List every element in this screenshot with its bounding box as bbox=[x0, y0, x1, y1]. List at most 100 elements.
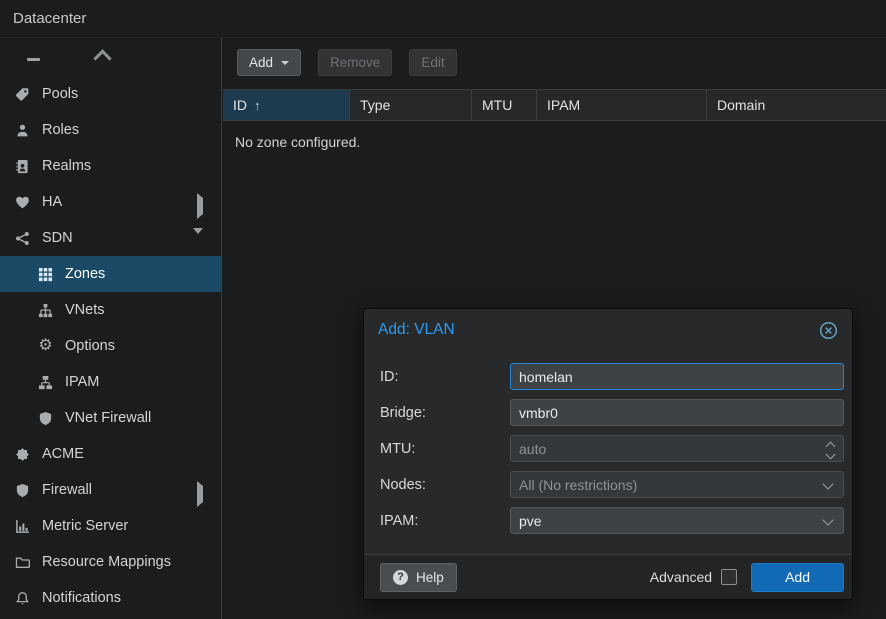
dialog-add-button[interactable]: Add bbox=[751, 563, 844, 592]
sidebar-item-vnet-firewall[interactable]: VNet Firewall bbox=[0, 400, 221, 436]
sort-ascending-icon: ↑ bbox=[254, 98, 261, 113]
chevron-right-icon[interactable] bbox=[197, 198, 203, 214]
empty-table-message: No zone configured. bbox=[223, 121, 886, 163]
shield-icon bbox=[37, 411, 54, 426]
column-header-ipam[interactable]: IPAM bbox=[537, 90, 707, 120]
sidebar-item-label: HA bbox=[42, 194, 62, 210]
heartbeat-icon bbox=[14, 195, 31, 210]
sidebar-item-label: Firewall bbox=[42, 482, 92, 498]
nodes-field-label: Nodes: bbox=[380, 471, 510, 498]
sidebar-item-resource-mappings[interactable]: Resource Mappings bbox=[0, 544, 221, 580]
sidebar-item-label: Notifications bbox=[42, 590, 121, 606]
sidebar-item-pools[interactable]: Pools bbox=[0, 76, 221, 112]
column-header-domain[interactable]: Domain bbox=[707, 90, 886, 120]
sidebar-item-sdn[interactable]: SDN bbox=[0, 220, 221, 256]
bar-chart-icon bbox=[14, 519, 31, 534]
sidebar-item-label: Options bbox=[65, 338, 115, 354]
sidebar-item-firewall[interactable]: Firewall bbox=[0, 472, 221, 508]
question-circle-icon: ? bbox=[393, 570, 408, 585]
sidebar-item-ipam[interactable]: IPAM bbox=[0, 364, 221, 400]
sidebar-item-label: Realms bbox=[42, 158, 91, 174]
add-button[interactable]: Add bbox=[237, 49, 301, 76]
mtu-spinner[interactable]: auto bbox=[510, 435, 844, 462]
sidebar-item-partial[interactable] bbox=[0, 38, 221, 76]
shield-icon bbox=[14, 483, 31, 498]
sidebar-item-label: Roles bbox=[42, 122, 79, 138]
certificate-icon bbox=[14, 447, 31, 462]
sidebar-item-options[interactable]: ⚙ Options bbox=[0, 328, 221, 364]
bridge-field-wrap bbox=[510, 399, 844, 426]
bridge-input[interactable] bbox=[510, 399, 844, 426]
address-book-icon bbox=[14, 159, 31, 174]
help-button[interactable]: ? Help bbox=[380, 563, 457, 592]
nodes-field-wrap: All (No restrictions) bbox=[510, 471, 844, 498]
sidebar-item-label: VNet Firewall bbox=[65, 410, 151, 426]
mtu-value: auto bbox=[519, 441, 546, 457]
advanced-checkbox[interactable] bbox=[721, 569, 737, 585]
column-label: MTU bbox=[482, 97, 512, 113]
gear-icon: ⚙ bbox=[37, 338, 54, 354]
dialog-form: ID: Bridge: MTU: auto Nodes: All (No res… bbox=[364, 351, 852, 554]
dialog-title: Add: VLAN bbox=[378, 321, 455, 339]
sidebar-item-realms[interactable]: Realms bbox=[0, 148, 221, 184]
nodes-select[interactable]: All (No restrictions) bbox=[510, 471, 844, 498]
ipam-select[interactable]: pve bbox=[510, 507, 844, 534]
ipam-field-label: IPAM: bbox=[380, 507, 510, 534]
sidebar-item-ha[interactable]: HA bbox=[0, 184, 221, 220]
spinner-arrows-icon[interactable] bbox=[827, 441, 834, 458]
page-title: Datacenter bbox=[13, 10, 86, 27]
grid-icon bbox=[37, 267, 54, 282]
sidebar-item-label: ACME bbox=[42, 446, 84, 462]
mtu-field-label: MTU: bbox=[380, 435, 510, 462]
id-field-label: ID: bbox=[380, 363, 510, 390]
network-wired-icon bbox=[37, 375, 54, 390]
sidebar-item-notifications[interactable]: Notifications bbox=[0, 580, 221, 616]
mtu-field-wrap: auto bbox=[510, 435, 844, 462]
id-field-wrap bbox=[510, 363, 844, 390]
sidebar-item-label: VNets bbox=[65, 302, 105, 318]
bell-icon bbox=[14, 591, 31, 606]
edit-button-label: Edit bbox=[421, 55, 444, 70]
advanced-label[interactable]: Advanced bbox=[650, 569, 712, 585]
column-header-mtu[interactable]: MTU bbox=[472, 90, 537, 120]
sidebar-item-label: SDN bbox=[42, 230, 73, 246]
chevron-down-icon bbox=[281, 61, 289, 65]
column-label: Type bbox=[360, 97, 390, 113]
sidebar-item-acme[interactable]: ACME bbox=[0, 436, 221, 472]
sidebar-item-zones[interactable]: Zones bbox=[0, 256, 221, 292]
chevron-up-icon bbox=[93, 49, 111, 67]
ipam-value: pve bbox=[519, 513, 542, 529]
chevron-right-icon[interactable] bbox=[197, 486, 203, 502]
add-vlan-dialog: Add: VLAN ID: Bridge: MTU: auto Nodes: A… bbox=[363, 308, 853, 600]
sidebar-item-label: Resource Mappings bbox=[42, 554, 171, 570]
column-header-id[interactable]: ID ↑ bbox=[223, 90, 350, 120]
sidebar-tree: Pools Roles Realms HA SDN Zones VNets ⚙ … bbox=[0, 38, 222, 619]
folder-icon bbox=[14, 555, 31, 570]
zones-toolbar: Add Remove Edit bbox=[223, 38, 886, 89]
sidebar-item-label: Pools bbox=[42, 86, 78, 102]
tags-icon bbox=[14, 87, 31, 102]
id-input[interactable] bbox=[510, 363, 844, 390]
add-button-label: Add bbox=[249, 55, 273, 70]
dialog-add-button-label: Add bbox=[785, 569, 810, 585]
edit-button[interactable]: Edit bbox=[409, 49, 456, 76]
column-label: IPAM bbox=[547, 97, 580, 113]
top-bar: Datacenter bbox=[0, 0, 886, 38]
dialog-header[interactable]: Add: VLAN bbox=[364, 309, 852, 351]
sitemap-icon bbox=[37, 303, 54, 318]
sidebar-item-label: Metric Server bbox=[42, 518, 128, 534]
remove-button[interactable]: Remove bbox=[318, 49, 392, 76]
dialog-footer: ? Help Advanced Add bbox=[364, 554, 852, 599]
bridge-field-label: Bridge: bbox=[380, 399, 510, 426]
sidebar-item-vnets[interactable]: VNets bbox=[0, 292, 221, 328]
partial-icon bbox=[27, 58, 40, 61]
chevron-down-icon[interactable] bbox=[193, 234, 203, 250]
network-share-icon bbox=[14, 231, 31, 246]
nodes-value: All (No restrictions) bbox=[519, 477, 637, 493]
column-label: Domain bbox=[717, 97, 765, 113]
close-icon[interactable] bbox=[819, 321, 838, 340]
sidebar-item-label: Zones bbox=[65, 266, 105, 282]
sidebar-item-metric-server[interactable]: Metric Server bbox=[0, 508, 221, 544]
sidebar-item-roles[interactable]: Roles bbox=[0, 112, 221, 148]
column-header-type[interactable]: Type bbox=[350, 90, 472, 120]
